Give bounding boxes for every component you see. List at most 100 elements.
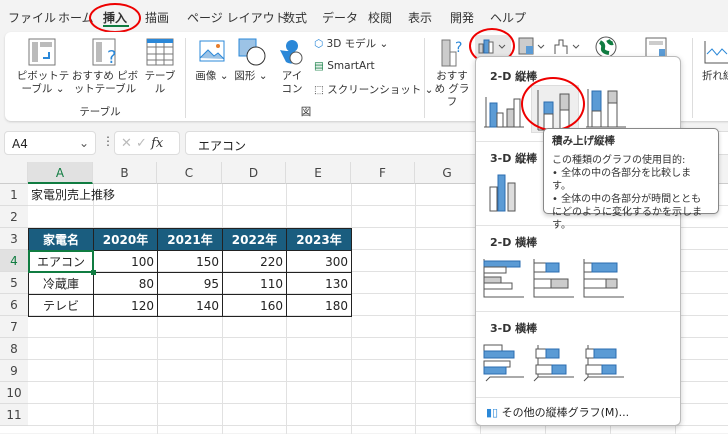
row-header[interactable]: 10 xyxy=(0,382,28,404)
table-cell[interactable]: 220 xyxy=(222,250,287,273)
table-cell[interactable]: 300 xyxy=(286,250,352,273)
name-box-value: A4 xyxy=(12,137,28,151)
highlight-circle xyxy=(89,3,141,33)
waterfall-chart-icon[interactable] xyxy=(553,37,583,57)
select-all[interactable] xyxy=(0,162,28,184)
column-header[interactable]: G xyxy=(415,162,480,184)
divider xyxy=(424,38,425,118)
tab-developer[interactable]: 開発 xyxy=(450,9,474,26)
clustered-bar-icon[interactable] xyxy=(482,257,524,299)
chevron-down-icon: ⌄ xyxy=(78,136,89,150)
100-stacked-bar-icon[interactable] xyxy=(582,257,624,299)
shapes-icon xyxy=(238,38,266,66)
table-button[interactable]: テーブル xyxy=(140,70,180,96)
table-cell[interactable]: 100 xyxy=(93,250,158,273)
table-header[interactable]: 2022年 xyxy=(222,228,287,251)
row-header[interactable]: 7 xyxy=(0,316,28,338)
cancel-icon[interactable]: ✕ xyxy=(121,136,132,151)
hierarchy-chart-icon[interactable] xyxy=(518,37,548,57)
group-illustrations-label: 図 xyxy=(300,106,312,118)
recommended-pivot-icon: ? xyxy=(92,38,117,66)
table-cell[interactable]: 140 xyxy=(157,294,223,317)
100-stacked-column-icon[interactable] xyxy=(584,87,626,129)
row-header[interactable]: 2 xyxy=(0,206,28,228)
recommended-chart-icon: ? xyxy=(441,39,462,67)
line-chart-icon xyxy=(704,41,728,64)
icons-button[interactable]: アイコン xyxy=(280,70,304,96)
cell-a1[interactable]: 家電別売上推移 xyxy=(28,184,118,206)
active-cell xyxy=(28,250,94,273)
stacked-bar-icon[interactable] xyxy=(532,257,574,299)
column-header[interactable]: E xyxy=(286,162,351,184)
row-header[interactable]: 1 xyxy=(0,184,28,206)
column-header[interactable]: C xyxy=(157,162,222,184)
table-cell[interactable]: 120 xyxy=(93,294,158,317)
shapes-button[interactable]: 図形 ⌄ xyxy=(234,70,268,83)
row-header[interactable]: 8 xyxy=(0,338,28,360)
table-header[interactable]: 2023年 xyxy=(286,228,352,251)
3d-stacked-bar-icon[interactable] xyxy=(532,341,574,383)
column-header[interactable]: F xyxy=(351,162,415,184)
row-header[interactable]: 11 xyxy=(0,404,28,426)
highlight-circle xyxy=(521,77,585,131)
row-header[interactable]: 6 xyxy=(0,294,28,316)
row-header[interactable]: 4 xyxy=(0,250,28,272)
more-column-charts-button[interactable]: ▮▯ その他の縦棒グラフ(M)... xyxy=(486,404,629,420)
3d-model-button[interactable]: ⬡ 3D モデル ⌄ xyxy=(314,38,388,51)
column-header[interactable]: D xyxy=(222,162,286,184)
screenshot-button[interactable]: ⬚ スクリーンショット ⌄ xyxy=(314,84,433,97)
table-cell[interactable]: テレビ xyxy=(28,294,94,317)
column-header[interactable]: A xyxy=(28,162,93,184)
table-cell[interactable]: 冷蔵庫 xyxy=(28,272,94,295)
table-cell[interactable]: 80 xyxy=(93,272,158,295)
cube-icon: ⬡ xyxy=(314,38,327,50)
table-cell[interactable]: 110 xyxy=(222,272,287,295)
table-cell[interactable]: 130 xyxy=(286,272,352,295)
tooltip-text: • 全体の中の各部分が時間とともにどのように変化するかを示します。 xyxy=(552,194,702,231)
table-cell[interactable]: 160 xyxy=(222,294,287,317)
tab-formulas[interactable]: 数式 xyxy=(283,9,307,26)
table-cell[interactable]: 95 xyxy=(157,272,223,295)
table-cell[interactable]: 180 xyxy=(286,294,352,317)
fill-handle[interactable] xyxy=(91,270,96,275)
table-header[interactable]: 2021年 xyxy=(157,228,223,251)
clustered-column-icon[interactable] xyxy=(482,87,524,129)
smartart-icon: ▤ xyxy=(314,60,328,72)
tooltip-text: • 全体の中の各部分を比較します。 xyxy=(552,168,692,192)
image-icon xyxy=(199,40,225,62)
column-header[interactable]: B xyxy=(93,162,157,184)
pivot-table-button[interactable]: ピボットテーブル ⌄ xyxy=(12,70,74,96)
row-header[interactable]: 5 xyxy=(0,272,28,294)
3d-clustered-column-icon[interactable] xyxy=(484,171,526,213)
3d-clustered-bar-icon[interactable] xyxy=(482,341,524,383)
section-2d-bar: 2-D 横棒 xyxy=(490,236,538,249)
tab-draw[interactable]: 描画 xyxy=(145,9,169,26)
insert-function-icon[interactable]: fx xyxy=(151,136,163,151)
divider xyxy=(476,311,680,312)
tooltip-text: この種類のグラフの使用目的: xyxy=(552,155,686,166)
name-box[interactable]: A4 ⌄ xyxy=(4,131,96,155)
tab-review[interactable]: 校閲 xyxy=(368,9,392,26)
recommended-chart-button[interactable]: おすすめ グラフ xyxy=(432,70,472,109)
recommended-pivot-button[interactable]: おすすめ ピボットテーブル xyxy=(70,70,140,96)
tab-view[interactable]: 表示 xyxy=(408,9,432,26)
tab-help[interactable]: ヘルプ xyxy=(490,9,526,26)
group-table-label: テーブル xyxy=(79,106,121,118)
screenshot-icon: ⬚ xyxy=(314,84,328,96)
table-header[interactable]: 家電名 xyxy=(28,228,94,251)
image-button[interactable]: 画像 ⌄ xyxy=(195,70,229,83)
line-chart-button[interactable]: 折れ線 xyxy=(702,70,728,83)
row-header[interactable]: 3 xyxy=(0,228,28,250)
map-chart-icon[interactable] xyxy=(595,36,617,58)
row-header[interactable]: 9 xyxy=(0,360,28,382)
formula-controls: ✕ ✓ fx xyxy=(114,131,180,155)
tab-page-layout[interactable]: ページ レイアウト xyxy=(187,9,287,26)
smartart-button[interactable]: ▤ SmartArt xyxy=(314,60,375,73)
column-chart-icon: ▮▯ xyxy=(486,406,502,419)
tab-data[interactable]: データ xyxy=(322,9,358,26)
3d-100-stacked-bar-icon[interactable] xyxy=(582,341,624,383)
tab-file[interactable]: ファイル xyxy=(8,9,56,26)
table-cell[interactable]: 150 xyxy=(157,250,223,273)
table-header[interactable]: 2020年 xyxy=(93,228,158,251)
enter-icon[interactable]: ✓ xyxy=(136,136,147,151)
